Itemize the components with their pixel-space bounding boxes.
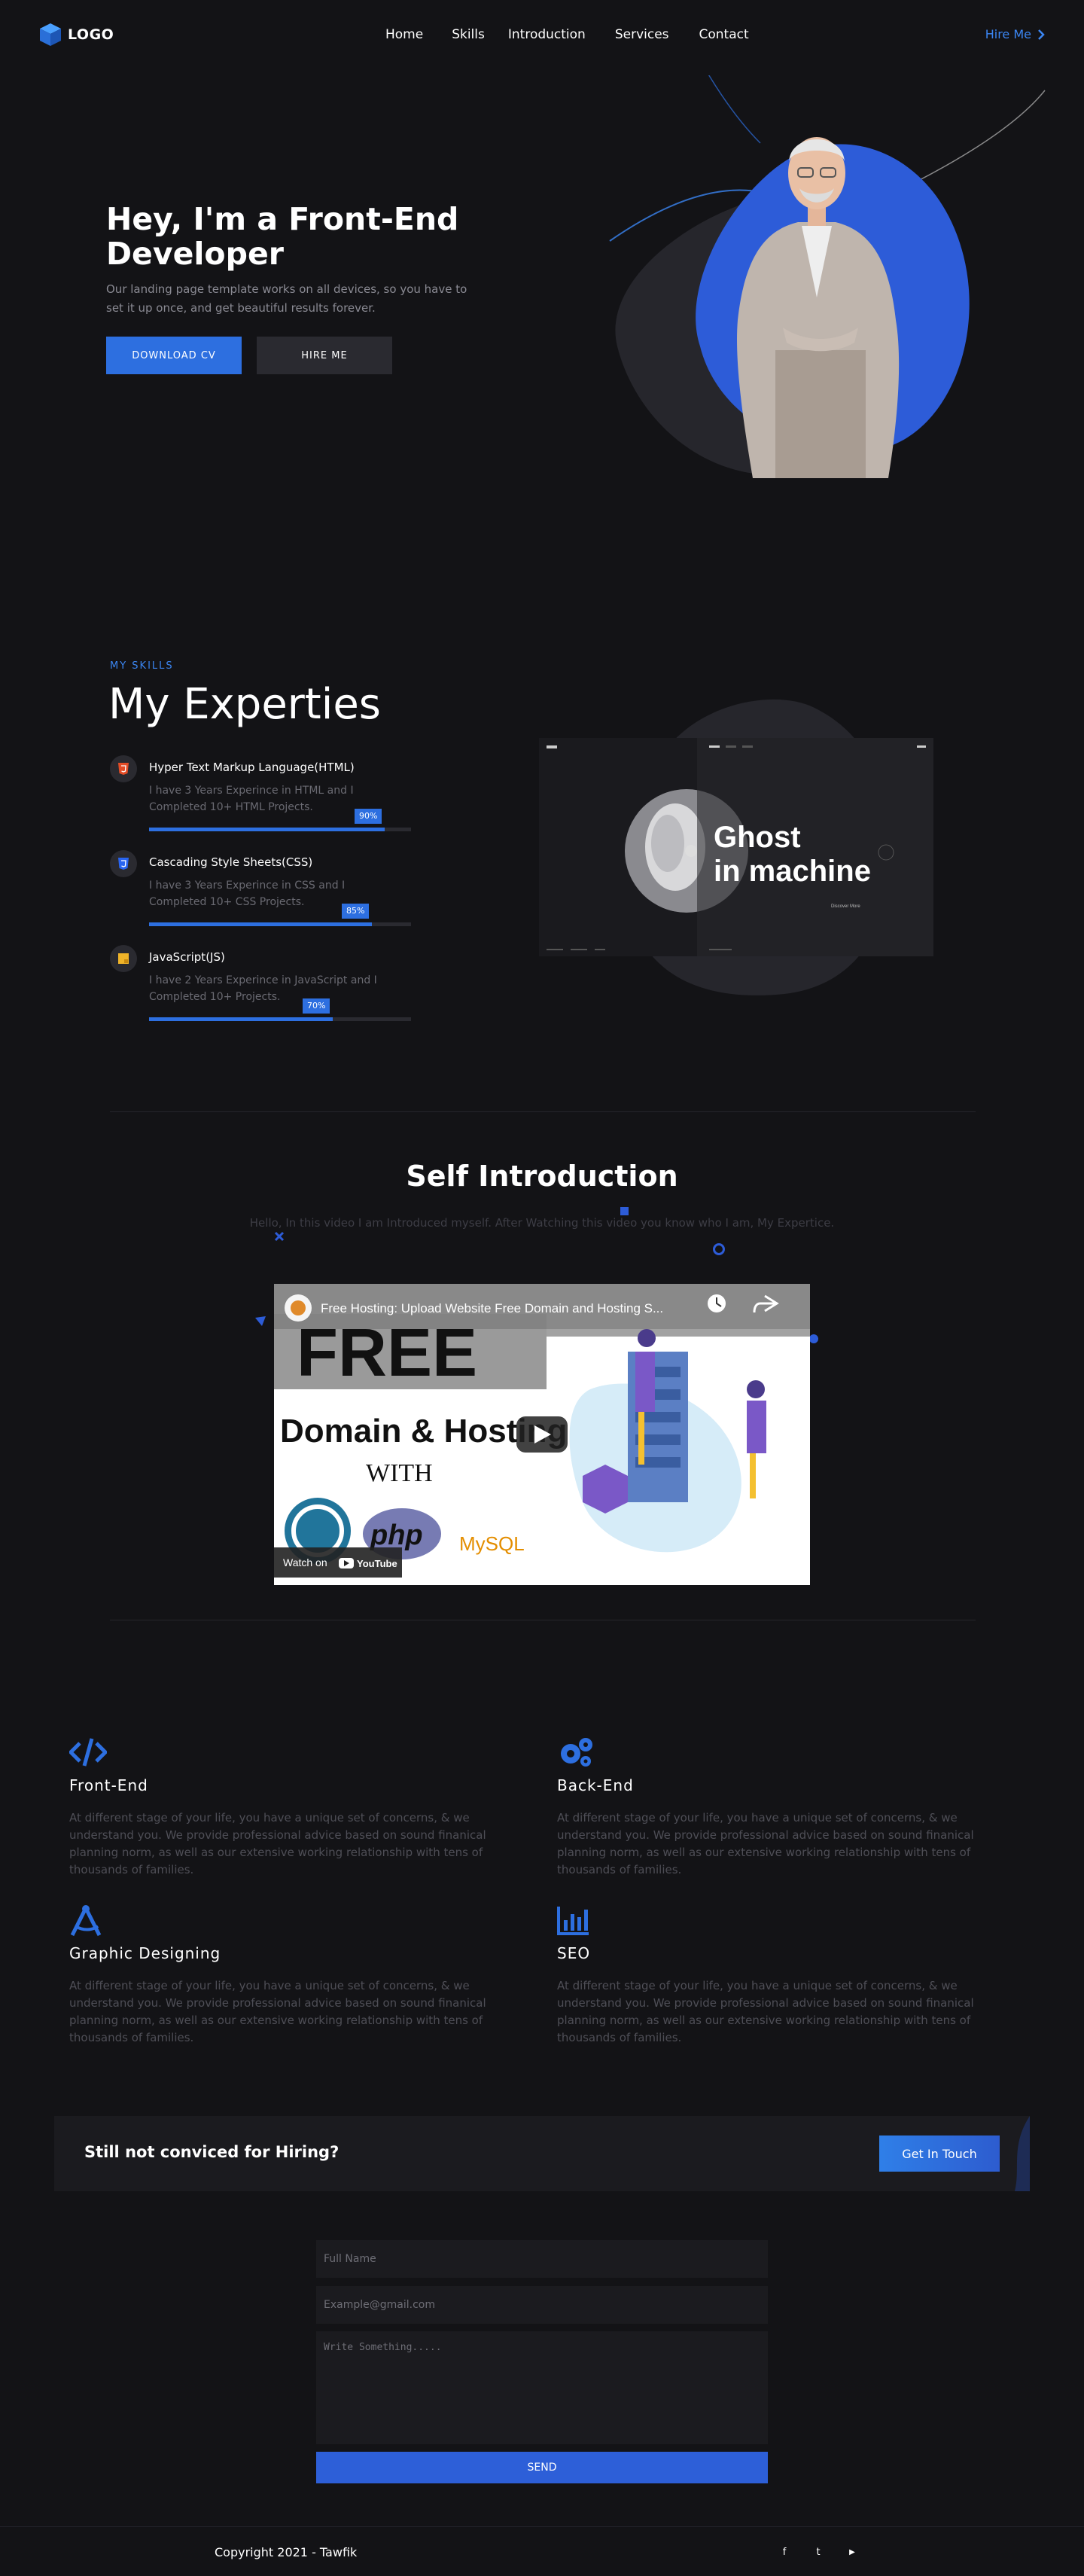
skill-progress-fill (149, 1017, 333, 1021)
nav-link-skills[interactable]: Skills (452, 27, 485, 42)
skill-progress-track (149, 922, 411, 926)
css3-icon (118, 858, 129, 870)
nav-links: Home Skills Introduction Services Contac… (385, 27, 749, 42)
get-in-touch-button[interactable]: Get In Touch (879, 2135, 1000, 2172)
mockup-headline-2: in machine (714, 855, 871, 888)
service-name: Graphic Designing (69, 1944, 221, 1962)
service-description: At different stage of your life, you hav… (557, 1979, 974, 2044)
service-name: SEO (557, 1944, 591, 1962)
skill-icon-wrap (110, 755, 137, 782)
video-title: Free Hosting: Upload Website Free Domain… (321, 1301, 663, 1315)
hire-me-button[interactable]: HIRE ME (257, 337, 392, 374)
skills-title: My Experties (108, 680, 381, 729)
deco-ring-shape (713, 1243, 725, 1255)
watch-on-label: Watch on (283, 1556, 327, 1568)
code-icon (69, 1738, 107, 1767)
logo-cube-icon (40, 23, 61, 46)
full-name-field[interactable] (316, 2240, 768, 2278)
download-cv-button[interactable]: DOWNLOAD CV (106, 337, 242, 374)
javascript-icon (118, 953, 129, 964)
hero-orbit-line-3 (708, 75, 761, 144)
top-navigation: LOGO Home Skills Introduction Services C… (0, 0, 1084, 69)
twitter-icon[interactable]: t (810, 2544, 827, 2560)
section-divider (110, 1111, 976, 1112)
skill-name: Hyper Text Markup Language(HTML) (149, 761, 355, 774)
skill-icon-wrap (110, 945, 137, 972)
facebook-icon[interactable]: f (776, 2544, 793, 2560)
compass-drafting-icon (70, 1905, 102, 1937)
deco-triangle-shape (255, 1316, 266, 1326)
send-button[interactable]: SEND (316, 2452, 768, 2483)
logo[interactable]: LOGO (39, 23, 114, 47)
skills-eyebrow: MY SKILLS (110, 660, 174, 672)
mockup-headline-1: Ghost (714, 821, 801, 854)
footer: Copyright 2021 - Tawfik f t ▶ (0, 2526, 1084, 2576)
service-name: Front-End (69, 1776, 148, 1794)
deco-cross-shape (274, 1231, 285, 1242)
hire-me-link[interactable]: Hire Me (985, 27, 1045, 41)
service-description: At different stage of your life, you hav… (69, 1979, 486, 2044)
video-thumbnail: FREE Domain & Hosting WITH php MySQL Fre… (274, 1284, 810, 1585)
copyright-text: Copyright 2021 - Tawfik (215, 2545, 358, 2559)
portfolio-mockup: Ghost in machine Discover More (539, 699, 933, 995)
intro-subtitle: Hello, In this video I am Introduced mys… (249, 1216, 835, 1230)
service-description: At different stage of your life, you hav… (557, 1811, 974, 1876)
skill-name: Cascading Style Sheets(CSS) (149, 855, 313, 869)
email-field[interactable] (316, 2286, 768, 2324)
intro-title: Self Introduction (406, 1160, 678, 1193)
nav-link-services[interactable]: Services (615, 27, 669, 42)
message-field[interactable] (316, 2331, 768, 2444)
skill-icon-wrap (110, 850, 137, 877)
svg-text:php: php (370, 1520, 423, 1551)
skill-percent-badge: 70% (303, 998, 330, 1014)
nav-link-contact[interactable]: Contact (699, 27, 749, 42)
service-name: Back-End (557, 1776, 634, 1794)
skill-progress-track (149, 828, 411, 831)
hire-me-label: Hire Me (985, 27, 1031, 41)
gears-icon (561, 1738, 592, 1767)
youtube-icon[interactable]: ▶ (844, 2544, 860, 2560)
skill-progress-fill (149, 828, 385, 831)
mockup-discover: Discover More (831, 904, 860, 909)
hero-illustration (609, 75, 1046, 478)
cta-corner-decoration (1015, 2116, 1030, 2191)
logo-text: LOGO (68, 26, 114, 43)
html5-icon (118, 763, 129, 775)
hero-subtitle: Our landing page template works on all d… (106, 282, 467, 315)
skill-progress-fill (149, 922, 372, 926)
skill-percent-badge: 90% (355, 809, 382, 824)
bar-chart-icon (557, 1907, 589, 1935)
deco-square-shape (620, 1207, 629, 1215)
nav-link-introduction[interactable]: Introduction (508, 27, 586, 42)
skill-description: I have 2 Years Experince in JavaScript a… (149, 974, 377, 1003)
skill-percent-badge: 85% (342, 904, 370, 919)
mysql-logo: MySQL (459, 1532, 525, 1555)
cta-text: Still not conviced for Hiring? (84, 2143, 340, 2161)
video-with-text: WITH (366, 1459, 433, 1487)
hero-title: Hey, I'm a Front-End Developer (106, 201, 459, 272)
svg-text:YouTube: YouTube (357, 1558, 397, 1569)
hero-orbit-line-2 (903, 90, 1046, 189)
hire-cta-banner: Still not conviced for Hiring? Get In To… (54, 2116, 1030, 2191)
youtube-video-embed[interactable]: FREE Domain & Hosting WITH php MySQL Fre… (274, 1284, 810, 1585)
service-description: At different stage of your life, you hav… (69, 1811, 486, 1876)
chevron-right-icon (1038, 29, 1045, 40)
skill-progress-track (149, 1017, 411, 1021)
skill-name: JavaScript(JS) (149, 950, 225, 964)
nav-link-home[interactable]: Home (385, 27, 423, 42)
deco-dot-shape (809, 1334, 818, 1343)
